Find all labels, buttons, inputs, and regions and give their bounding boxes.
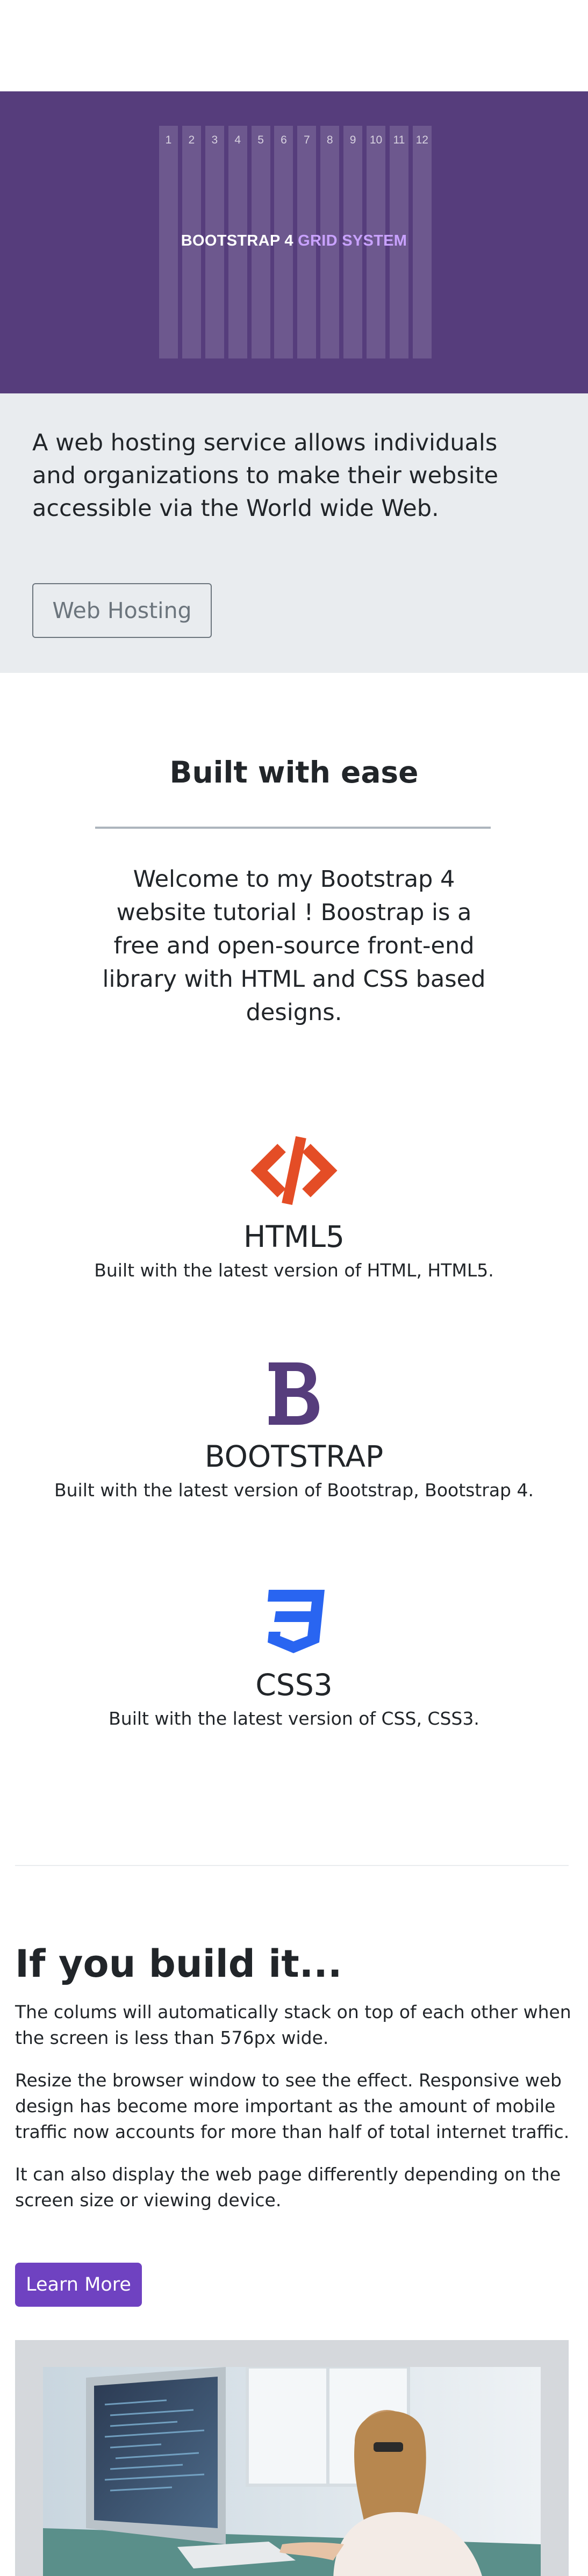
jumbotron-lead: A web hosting service allows individuals…: [32, 429, 499, 522]
build-paragraph: It can also display the web page differe…: [15, 2164, 561, 2211]
grid-column-number: 1: [165, 134, 172, 146]
hero-title-accent: GRID SYSTEM: [298, 232, 407, 249]
welcome-text: Welcome to my Bootstrap 4 website tutori…: [102, 866, 486, 1026]
feature-description: Built with the latest version of Bootstr…: [54, 1480, 534, 1501]
feature-title: BOOTSTRAP: [204, 1439, 384, 1474]
hero-banner: 1 2 3 4 5 6 7 8 9 10 11 12 BOOTSTRAP 4 G…: [0, 91, 588, 393]
welcome-title: Built with ease: [169, 755, 419, 790]
css3-icon: [268, 1590, 325, 1653]
workspace-photo: [43, 2367, 541, 2576]
build-title: If you build it...: [15, 1942, 342, 1986]
web-hosting-button[interactable]: Web Hosting: [32, 583, 212, 638]
feature-title: CSS3: [255, 1668, 333, 1702]
grid-column-number: 12: [415, 134, 428, 146]
build-paragraph: Resize the browser window to see the eff…: [15, 2070, 570, 2142]
grid-column-number: 8: [326, 134, 333, 146]
grid-column-number: 5: [257, 134, 264, 146]
bootstrap-icon: [269, 1362, 319, 1425]
grid-column-number: 2: [188, 134, 195, 146]
grid-column-number: 7: [304, 134, 310, 146]
jumbotron: A web hosting service allows individuals…: [0, 393, 588, 673]
hero-title-main: BOOTSTRAP 4: [181, 232, 293, 249]
welcome-divider: [95, 827, 491, 829]
feature-html5: HTML5 Built with the latest version of H…: [0, 1133, 588, 1281]
image-card: [15, 2340, 569, 2576]
navbar: [0, 0, 588, 91]
hero-title: BOOTSTRAP 4 GRID SYSTEM: [0, 232, 588, 250]
feature-description: Built with the latest version of CSS, CS…: [109, 1708, 479, 1729]
section-divider: [15, 1865, 569, 1866]
grid-column-number: 4: [234, 134, 241, 146]
grid-column-number: 3: [211, 134, 218, 146]
grid-column-number: 11: [393, 134, 405, 146]
feature-description: Built with the latest version of HTML, H…: [94, 1260, 494, 1281]
feature-css3: CSS3 Built with the latest version of CS…: [0, 1587, 588, 1730]
html5-code-icon: [250, 1136, 338, 1206]
feature-title: HTML5: [243, 1219, 345, 1254]
grid-column-number: 6: [281, 134, 287, 146]
learn-more-button[interactable]: Learn More: [15, 2263, 142, 2307]
feature-bootstrap: BOOTSTRAP Built with the latest version …: [0, 1358, 588, 1501]
build-paragraph: The colums will automatically stack on t…: [15, 2001, 571, 2048]
grid-column-number: 9: [349, 134, 356, 146]
grid-column-number: 10: [369, 134, 383, 146]
